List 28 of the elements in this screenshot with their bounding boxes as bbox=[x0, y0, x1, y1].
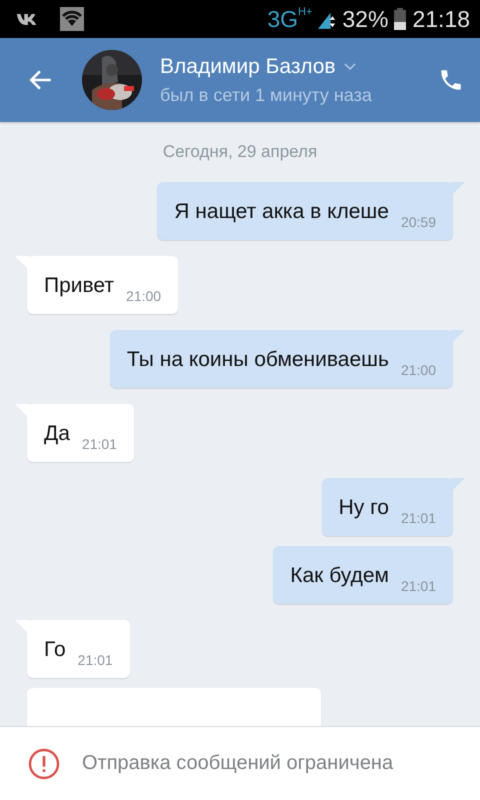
message-time: 21:01 bbox=[400, 510, 436, 526]
wifi-icon bbox=[60, 7, 84, 31]
network-subtype: H+ bbox=[298, 6, 312, 18]
message-time: 21:00 bbox=[125, 288, 162, 304]
restriction-notice: Отправка сообщений ограничена bbox=[82, 752, 394, 775]
message-time: 20:59 bbox=[400, 214, 436, 230]
message-time: 21:01 bbox=[80, 436, 117, 452]
vk-logo-icon bbox=[16, 12, 38, 26]
last-seen-status: был в сети 1 минуту наза bbox=[160, 84, 373, 106]
message-text: Ты на коины обмениваешь bbox=[126, 348, 389, 372]
message-text: Да bbox=[44, 422, 70, 446]
chevron-down-icon[interactable] bbox=[344, 62, 356, 70]
message-text: Привет bbox=[44, 274, 114, 298]
network-type: 3G bbox=[267, 6, 298, 32]
date-separator: Сегодня, 29 апреля bbox=[162, 142, 318, 162]
battery-icon bbox=[394, 8, 406, 30]
message-time: 21:00 bbox=[400, 362, 436, 378]
message-text: Ну го bbox=[338, 496, 389, 520]
battery-percent: 32% bbox=[342, 6, 388, 32]
message-bubble[interactable]: Как будем 21:01 bbox=[273, 546, 453, 604]
message-text: Как будем bbox=[290, 564, 389, 588]
message-text: Го bbox=[44, 638, 66, 662]
message-text: Я нащет акка в клеше bbox=[174, 200, 389, 224]
contact-name[interactable]: Владимир Базлов bbox=[160, 54, 336, 78]
warning-icon bbox=[28, 748, 60, 780]
message-time: 21:01 bbox=[400, 578, 436, 594]
message-time: 21:01 bbox=[76, 652, 113, 668]
clock: 21:18 bbox=[412, 6, 470, 32]
